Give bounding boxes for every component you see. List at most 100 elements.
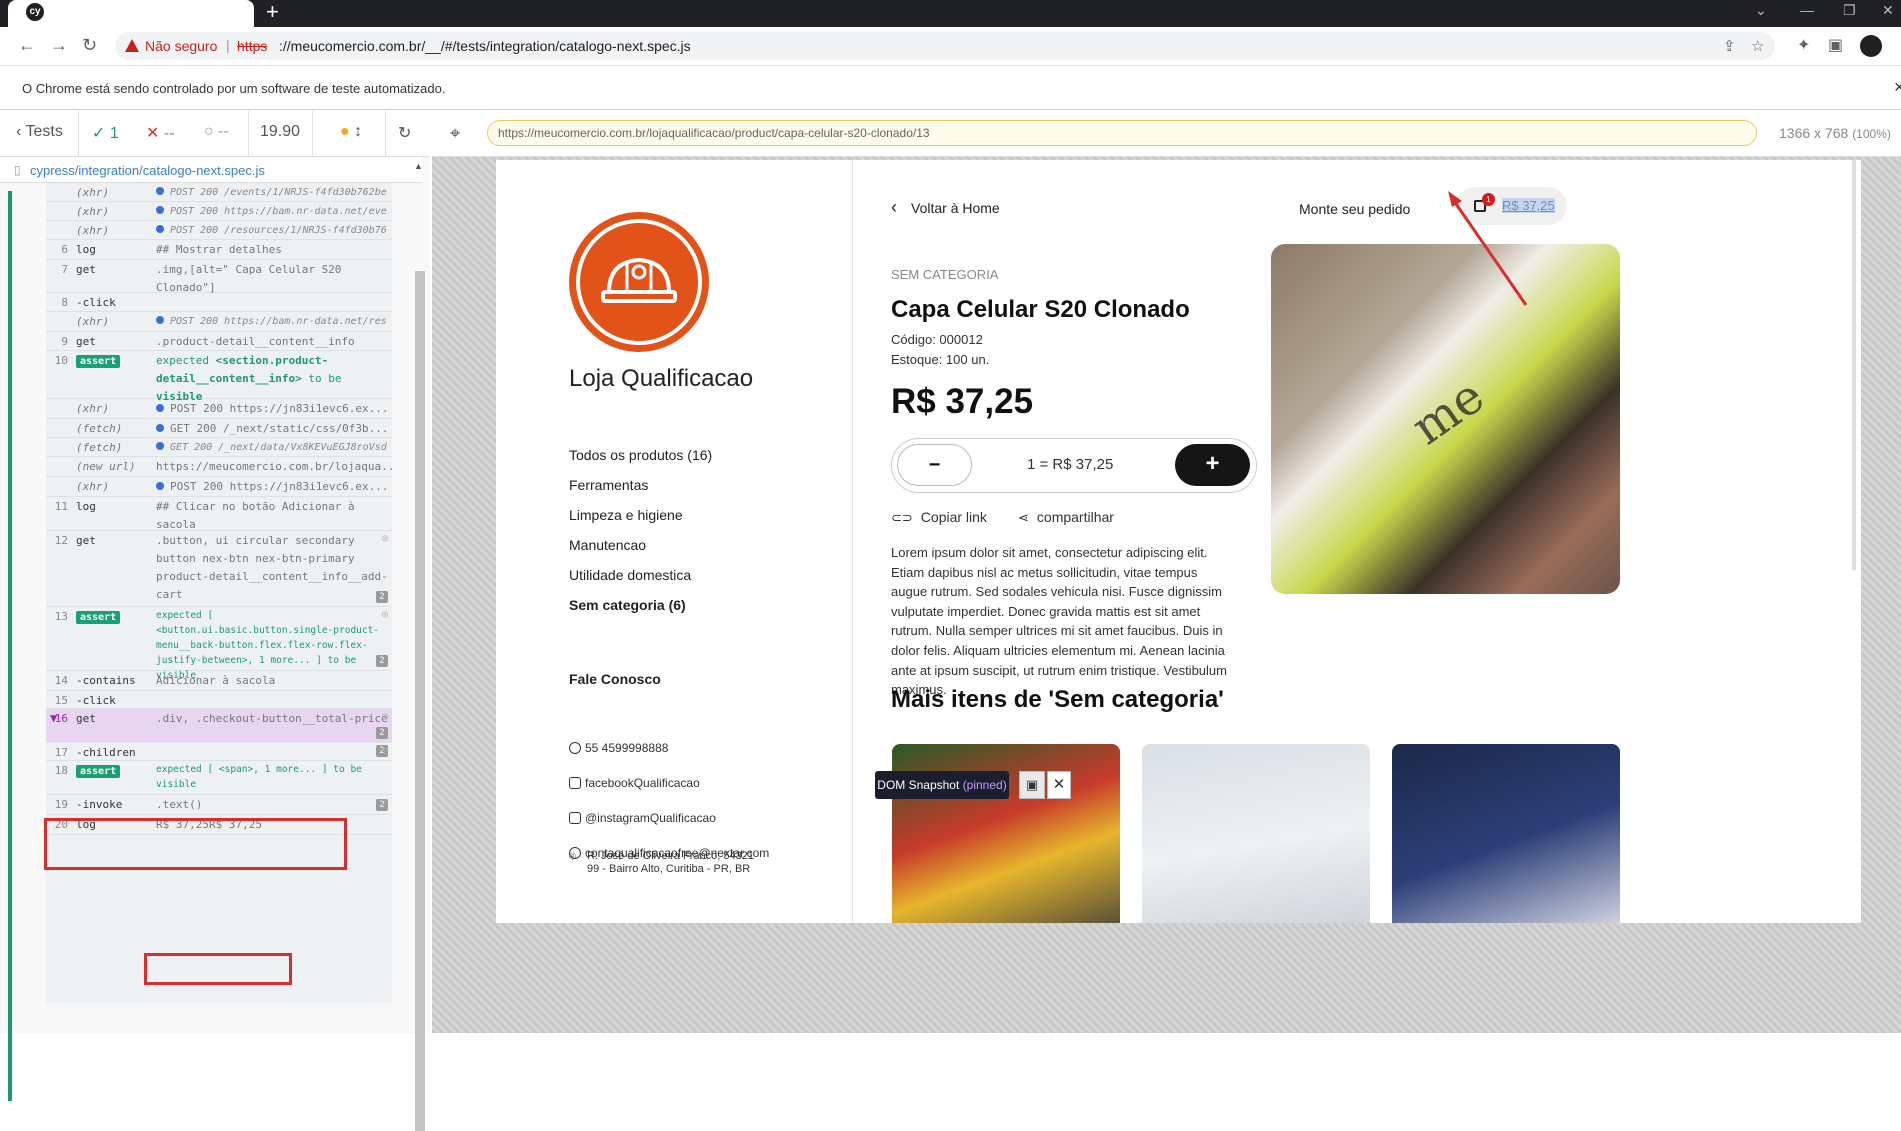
product-description: Lorem ipsum dolor sit amet, consectetur … [891,545,1227,698]
log-row[interactable]: 13 assert expected [ <button.ui.basic.butt… [46,607,392,681]
log-message: expected [ <span>, 1 more... ] to be vis… [156,764,362,790]
warning-icon [125,39,139,52]
auto-scroll-toggle[interactable]: ● ↕ [340,123,362,141]
category-link[interactable]: Utilidade domestica [569,567,691,583]
log-row[interactable]: (xhr) POST 200 https://jn83i1evc6.ex... [46,477,392,497]
share-button[interactable]: ⋖ compartilhar [1018,509,1114,526]
store-logo[interactable] [569,212,709,352]
new-tab-button[interactable]: + [266,0,279,24]
restore-button[interactable]: ❐ [1843,2,1856,19]
extensions-icon[interactable]: ✦ [1797,35,1810,55]
log-row[interactable]: (xhr) POST 200 https://bam.nr-data.net/re… [46,312,392,332]
tab-search-icon[interactable]: ⌄ [1755,2,1767,19]
log-command-name: (fetch) [76,422,123,435]
spec-file-row[interactable]: ▯ cypress/integration/catalogo-next.spec… [0,157,422,183]
sidepanel-icon[interactable]: ▣ [1828,35,1843,55]
security-indicator[interactable]: Não seguro [125,38,217,54]
log-row[interactable]: 6 log ## Mostrar detalhes [46,240,392,260]
snapshot-highlight-toggle[interactable]: ▣ [1019,771,1045,799]
snapshot-close-button[interactable]: ✕ [1047,771,1071,799]
product-price: R$ 37,25 [891,382,1034,421]
log-row[interactable]: 15 -click [46,691,392,709]
log-row[interactable]: (fetch) GET 200 /_next/data/Vx8KEVuEGJ8ro… [46,438,392,457]
log-row[interactable]: 17 -children 2 ◎ [46,743,392,761]
log-row[interactable]: 11 log ## Clicar no botão Adicionar à saco… [46,497,392,531]
location-pin-icon: ⌾ [569,849,577,863]
reload-icon[interactable]: ↻ [82,35,97,56]
url-text: ://meucomercio.com.br/__/#/tests/integra… [279,38,691,54]
aut-url-field[interactable]: https://meucomercio.com.br/lojaqualifica… [487,120,1757,146]
log-line-number: 9 [61,335,68,348]
log-row[interactable]: 18 assert expected [ <span>, 1 more... ] t… [46,761,392,795]
element-count-badge: 2 [376,655,388,667]
log-message: GET 200 /_next/static/css/0f3b... [156,420,388,438]
category-tag: SEM CATEGORIA [891,267,999,282]
log-row[interactable]: 19 -invoke .text() 2 ◎ [46,795,392,815]
log-row[interactable]: 14 -contains Adicionar à sacola [46,671,392,691]
category-link[interactable]: Limpeza e higiene [569,507,683,523]
forward-arrow-icon[interactable]: → [50,35,68,56]
browser-tab[interactable]: cy [8,0,254,27]
log-message: https://meucomercio.com.br/lojaqua... [156,460,392,473]
log-row[interactable]: 10 assert expected <section.product-detail… [46,351,392,403]
minimize-button[interactable]: — [1800,2,1814,18]
copy-link-button[interactable]: ⊂⊃ Copiar link [891,509,987,526]
tests-button[interactable]: ‹ Tests [16,123,63,141]
log-row[interactable]: 12 get .button, ui circular secondary butt… [46,531,392,607]
profile-icon[interactable] [1860,35,1882,57]
infobar-close-icon[interactable]: × [1894,77,1901,98]
back-arrow-icon[interactable]: ← [18,35,36,56]
log-line-number: 13 [54,610,68,623]
viewport-size: 1366 x 768 (100%) [1779,125,1891,141]
sidebar-divider [852,160,853,923]
back-home-link[interactable]: ‹ Voltar à Home [891,197,1000,218]
product-code: Código: 000012 [891,332,983,347]
category-link[interactable]: Sem categoria (6) [569,597,686,613]
related-product-image[interactable] [1142,744,1370,923]
omnibox-separator: | [226,37,230,53]
page-scrollbar[interactable] [1852,160,1856,570]
decrease-quantity-button[interactable]: − [897,444,972,486]
share-icon[interactable]: ⇪ [1723,37,1736,55]
log-row[interactable]: (xhr) POST 200 https://bam.nr-data.net/ev… [46,202,392,221]
hidden-eye-icon: ◎ [381,797,388,808]
omnibox[interactable]: Não seguro | https ://meucomercio.com.br… [115,32,1775,60]
whatsapp-contact[interactable]: 55 4599998888 [569,741,668,755]
log-row[interactable]: (fetch) GET 200 /_next/static/css/0f3b... [46,419,392,438]
log-command-name: get [76,263,96,276]
request-text: POST 200 /resources/1/NRJS-f4fd30b76... [170,225,388,236]
facebook-contact[interactable]: facebookQualificacao [569,776,700,790]
request-status-dot-icon [156,404,164,412]
log-row[interactable]: (xhr) POST 200 https://jn83i1evc6.ex... [46,399,392,419]
add-to-cart-button[interactable]: + [1175,444,1250,486]
assert-badge: assert [76,355,121,368]
log-scrollbar[interactable] [415,271,425,1131]
scroll-up-arrow-icon[interactable]: ▲ [414,161,423,171]
category-link[interactable]: Manutencao [569,537,646,553]
spec-file-name[interactable]: cypress/integration/catalogo-next.spec.j… [30,163,265,178]
category-link[interactable]: Ferramentas [569,477,648,493]
log-command-name: log [76,500,96,513]
instagram-contact[interactable]: @instagramQualificacao [569,811,716,825]
monte-pedido-link[interactable]: Monte seu pedido [1299,201,1410,217]
dom-snapshot-indicator: DOM Snapshot (pinned) [875,771,1009,799]
log-command-name: assert [76,610,121,624]
log-row[interactable]: 9 get .product-detail__content__info [46,332,392,351]
rerun-icon[interactable]: ↻ [398,123,411,143]
log-row[interactable]: 7 get .img,[alt=" Capa Celular S20 Clonado… [46,260,392,294]
log-row[interactable]: 16 get .div, .checkout-button__total-price… [46,709,392,743]
related-product-image[interactable] [1392,744,1620,923]
close-window-button[interactable]: ✕ [1882,2,1894,19]
log-message: Adicionar à sacola [156,674,276,687]
category-link[interactable]: Todos os produtos (16) [569,447,712,463]
log-row[interactable]: (new url) https://meucomercio.com.br/loja… [46,457,392,477]
log-row[interactable]: 8 -click [46,293,392,312]
annotation-arrow [1448,191,1528,306]
log-row[interactable]: (xhr) POST 200 /events/1/NRJS-f4fd30b762b… [46,183,392,202]
product-image-text: me [1401,367,1495,457]
selector-playground-icon[interactable]: ⌖ [450,123,460,144]
assert-badge: assert [76,765,121,778]
star-icon[interactable]: ☆ [1751,37,1764,55]
log-row[interactable]: (xhr) POST 200 /resources/1/NRJS-f4fd30b7… [46,221,392,240]
store-page: Loja Qualificacao Todos os produtos (16)… [496,160,1861,923]
